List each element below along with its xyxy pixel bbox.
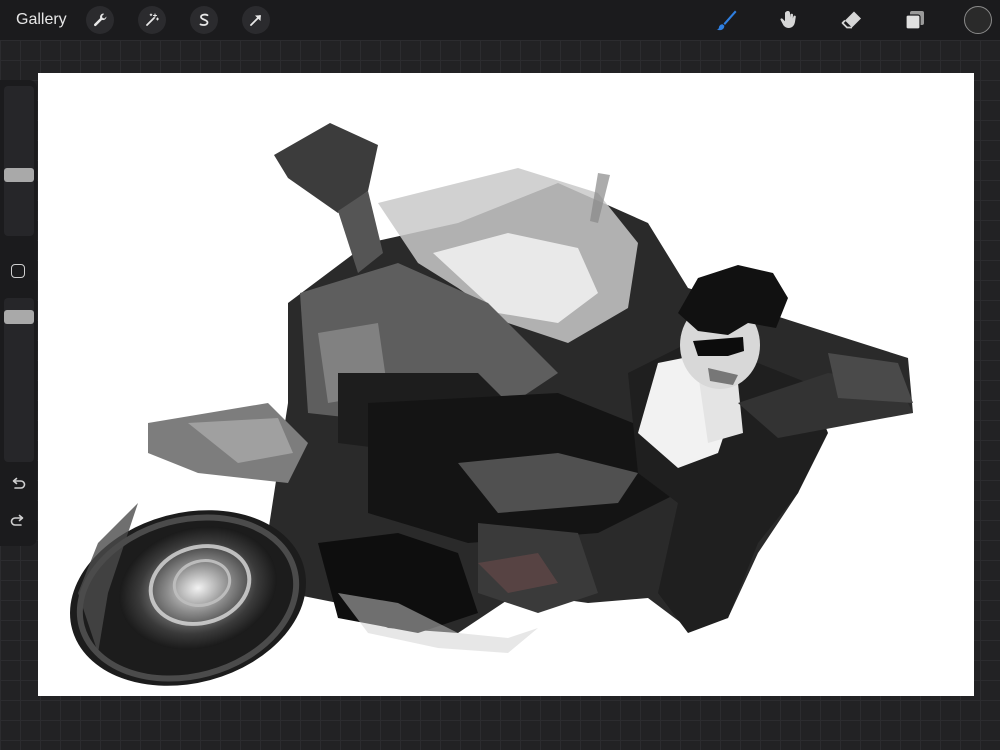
undo-button[interactable] — [8, 475, 28, 495]
gallery-button[interactable]: Gallery — [16, 10, 67, 30]
color-swatch[interactable] — [964, 6, 992, 34]
wrench-icon — [93, 13, 107, 27]
transform-button[interactable] — [242, 6, 270, 34]
adjustments-button[interactable] — [138, 6, 166, 34]
brush-size-thumb[interactable] — [4, 168, 34, 182]
magic-wand-icon — [146, 13, 160, 26]
drawing-canvas[interactable] — [38, 73, 974, 696]
brush-icon — [716, 10, 737, 31]
motorcycle-rider-artwork — [70, 123, 913, 686]
smudge-icon — [780, 11, 796, 28]
undo-icon — [12, 477, 26, 489]
modify-square-icon[interactable] — [11, 264, 25, 278]
layers-icon — [905, 11, 924, 30]
left-sidebar — [0, 80, 37, 546]
arrow-icon — [250, 15, 261, 26]
opacity-thumb[interactable] — [4, 310, 34, 324]
layers-tool[interactable] — [901, 6, 929, 34]
eraser-icon — [841, 11, 861, 29]
redo-icon — [10, 514, 24, 526]
brush-tool[interactable] — [712, 6, 740, 34]
selection-button[interactable] — [190, 6, 218, 34]
eraser-tool[interactable] — [838, 6, 866, 34]
actions-button[interactable] — [86, 6, 114, 34]
redo-button[interactable] — [8, 512, 28, 532]
smudge-tool[interactable] — [775, 6, 803, 34]
selection-s-icon — [199, 13, 209, 26]
top-toolbar: Gallery — [0, 0, 1000, 40]
brush-size-slider[interactable] — [4, 86, 34, 236]
